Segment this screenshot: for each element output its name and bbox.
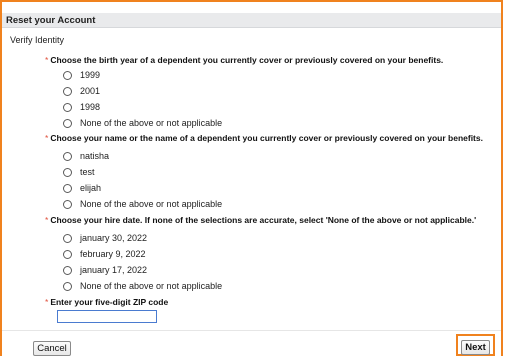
option-label: 1999 [80,70,101,80]
radio-button[interactable] [63,102,72,112]
radio-option-natisha[interactable]: natisha [63,150,109,162]
required-marker: * [45,133,49,143]
radio-option-1999[interactable]: 1999 [63,69,100,81]
option-label: 2001 [80,86,101,96]
footer-divider [2,330,501,331]
option-label: None of the above or not applicable [80,281,223,291]
question-birth-year: * Choose the birth year of a dependent yo… [45,55,443,65]
option-label: None of the above or not applicable [80,118,223,128]
zip-code-input[interactable] [57,310,157,323]
question-label: Choose your hire date. If none of the se… [50,215,477,225]
radio-option-february-9[interactable]: february 9, 2022 [63,248,146,260]
radio-button[interactable] [63,70,72,80]
option-label: february 9, 2022 [80,249,146,259]
question-hire-date: * Choose your hire date. If none of the s… [45,215,476,225]
option-label: january 17, 2022 [80,265,148,275]
radio-button[interactable] [63,249,72,259]
option-label: 1998 [80,102,101,112]
radio-button[interactable] [63,199,72,209]
radio-option-1998[interactable]: 1998 [63,101,100,113]
cancel-button[interactable]: Cancel [33,341,71,356]
radio-option-january-17[interactable]: january 17, 2022 [63,264,147,276]
question-name: * Choose your name or the name of a depen… [45,133,483,143]
radio-button[interactable] [63,265,72,275]
radio-option-2001[interactable]: 2001 [63,85,100,97]
radio-button[interactable] [63,233,72,243]
radio-button[interactable] [63,86,72,96]
option-label: elijah [80,183,102,193]
radio-option-elijah[interactable]: elijah [63,182,101,194]
section-title: Verify Identity [10,35,65,45]
radio-button[interactable] [63,183,72,193]
radio-button[interactable] [63,167,72,177]
required-marker: * [45,297,49,307]
option-label: january 30, 2022 [80,233,148,243]
radio-option-none-1[interactable]: None of the above or not applicable [63,117,222,129]
option-label: natisha [80,151,110,161]
question-label: Choose the birth year of a dependent you… [50,55,444,65]
radio-option-january-30[interactable]: january 30, 2022 [63,232,147,244]
zip-label-text: Enter your five-digit ZIP code [50,297,169,307]
radio-option-test[interactable]: test [63,166,95,178]
radio-button[interactable] [63,151,72,161]
required-marker: * [45,215,49,225]
question-label: Choose your name or the name of a depend… [50,133,483,143]
radio-button[interactable] [63,118,72,128]
next-button[interactable]: Next [461,340,490,355]
radio-option-none-3[interactable]: None of the above or not applicable [63,280,222,292]
option-label: None of the above or not applicable [80,199,223,209]
radio-option-none-2[interactable]: None of the above or not applicable [63,198,222,210]
zip-code-label: * Enter your five-digit ZIP code [45,297,168,307]
option-label: test [80,167,95,177]
required-marker: * [45,55,49,65]
dialog-title: Reset your Account [2,13,501,28]
radio-button[interactable] [63,281,72,291]
